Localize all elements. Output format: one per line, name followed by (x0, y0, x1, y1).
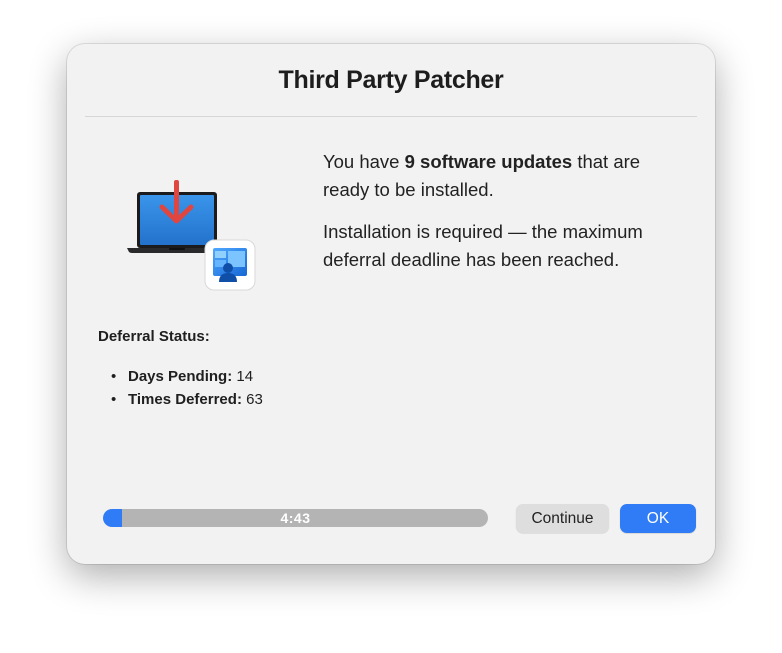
countdown-progress-bar: 4:43 (103, 509, 488, 527)
message-prefix: You have (323, 151, 405, 172)
ok-button[interactable]: OK (620, 504, 696, 533)
company-portal-icon (204, 239, 256, 291)
days-pending-value: 14 (232, 368, 254, 385)
deadline-text: Installation is required — the maximum d… (323, 221, 643, 270)
countdown-timer: 4:43 (280, 510, 311, 526)
dialog-window: Third Party Patcher You have 9 software … (67, 44, 715, 564)
bullet: • (111, 391, 117, 408)
continue-button[interactable]: Continue (516, 504, 609, 533)
title-divider (85, 116, 697, 117)
update-message: You have 9 software updates that are rea… (323, 148, 683, 288)
deferral-status-list: • Days Pending: 14 • Times Deferred: 63 (111, 365, 263, 411)
bullet: • (111, 368, 117, 385)
days-pending-label: Days Pending: (128, 368, 233, 385)
laptop-download-icon (125, 176, 261, 294)
update-count-text: You have 9 software updates that are rea… (323, 148, 683, 204)
update-count: 9 software updates (404, 151, 573, 172)
deferral-status-heading: Deferral Status: (98, 328, 210, 345)
days-pending-item: • Days Pending: 14 (111, 365, 263, 388)
dialog-title: Third Party Patcher (278, 66, 504, 94)
times-deferred-label: Times Deferred: (128, 391, 242, 408)
times-deferred-item: • Times Deferred: 63 (111, 388, 263, 411)
times-deferred-value: 63 (241, 391, 263, 408)
